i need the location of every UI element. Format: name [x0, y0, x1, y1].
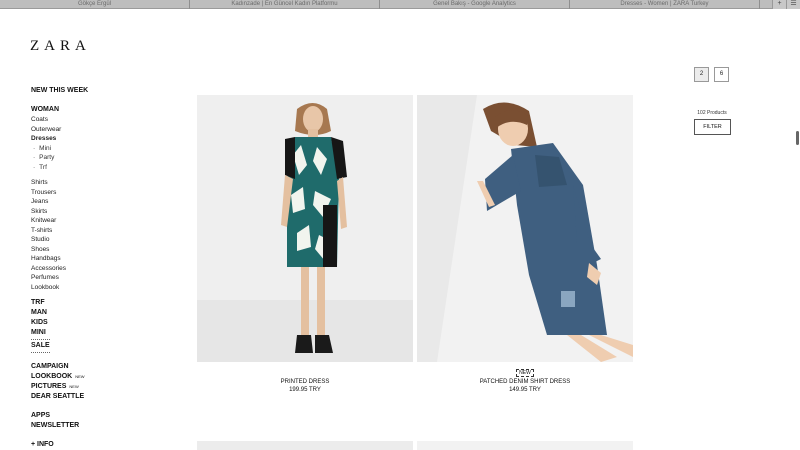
browser-tab[interactable]: Kadınzade | En Güncel Kadın Platformu: [190, 0, 380, 9]
product-caption[interactable]: PRINTED DRESS 199.95 TRY: [197, 378, 413, 394]
product-price: 199.95 TRY: [289, 387, 321, 393]
product-image-next[interactable]: [197, 441, 413, 450]
filter-button[interactable]: FILTER: [694, 119, 731, 135]
nav-trf[interactable]: TRF: [31, 298, 151, 308]
new-badge: NEW: [516, 369, 534, 377]
new-tag: NEW: [69, 384, 79, 389]
zara-logo[interactable]: ZARA: [30, 38, 91, 55]
browser-tab-active[interactable]: Dresses - Women | ZARA Turkey: [570, 0, 760, 9]
nav-apps[interactable]: APPS: [31, 411, 151, 421]
nav-man[interactable]: MAN: [31, 308, 151, 318]
model-photo: [197, 95, 413, 362]
nav-newsletter[interactable]: NEWSLETTER: [31, 421, 151, 431]
nav-dear-seattle[interactable]: DEAR SEATTLE: [31, 392, 151, 402]
tab-spacer: [760, 0, 772, 8]
nav-new-this-week[interactable]: NEW THIS WEEK: [31, 86, 151, 96]
nav-pictures[interactable]: PICTURES: [31, 383, 66, 390]
nav-outerwear[interactable]: Outerwear: [31, 125, 151, 135]
nav-dresses-party[interactable]: Party: [31, 153, 151, 163]
grid-6-button[interactable]: 6: [714, 67, 729, 82]
nav-trousers[interactable]: Trousers: [31, 188, 151, 198]
new-tab-icon[interactable]: +: [772, 0, 786, 9]
nav-pictures-row[interactable]: PICTURES NEW: [31, 382, 151, 392]
nav-shoes[interactable]: Shoes: [31, 245, 151, 255]
nav-info[interactable]: + INFO: [31, 440, 151, 450]
nav-coats[interactable]: Coats: [31, 115, 151, 125]
product-name[interactable]: PATCHED DENIM SHIRT DRESS: [417, 378, 633, 386]
sidebar-nav: NEW THIS WEEK WOMAN Coats Outerwear Dres…: [31, 86, 151, 450]
product-name[interactable]: PRINTED DRESS: [197, 378, 413, 386]
browser-tab[interactable]: Gökçe Ergül: [0, 0, 190, 9]
product-caption[interactable]: NEW PATCHED DENIM SHIRT DRESS 149.95 TRY: [417, 369, 633, 394]
nav-campaign[interactable]: CAMPAIGN: [31, 362, 151, 372]
nav-tshirts[interactable]: T-shirts: [31, 226, 151, 236]
nav-woman[interactable]: WOMAN: [31, 105, 151, 115]
nav-knitwear[interactable]: Knitwear: [31, 216, 151, 226]
product-image-denim-dress[interactable]: [417, 95, 633, 362]
scrollbar-thumb[interactable]: [796, 131, 799, 145]
product-image-next[interactable]: [417, 441, 633, 450]
nav-accessories[interactable]: Accessories: [31, 264, 151, 274]
nav-sale[interactable]: SALE: [31, 339, 50, 353]
nav-mini[interactable]: MINI: [31, 328, 151, 338]
nav-studio[interactable]: Studio: [31, 235, 151, 245]
browser-tab[interactable]: Genel Bakış - Google Analytics: [380, 0, 570, 9]
menu-icon[interactable]: ☰: [786, 0, 800, 9]
product-count: 102 Products: [697, 110, 727, 116]
browser-tab-bar: Gökçe Ergül Kadınzade | En Güncel Kadın …: [0, 0, 800, 9]
nav-lookbook-cat[interactable]: Lookbook: [31, 283, 151, 293]
model-photo: [417, 95, 633, 362]
nav-lookbook[interactable]: LOOKBOOK: [31, 373, 72, 380]
nav-lookbook-row[interactable]: LOOKBOOK NEW: [31, 372, 151, 382]
grid-2-button[interactable]: 2: [694, 67, 709, 82]
nav-jeans[interactable]: Jeans: [31, 197, 151, 207]
nav-dresses[interactable]: Dresses: [31, 134, 151, 144]
nav-handbags[interactable]: Handbags: [31, 254, 151, 264]
nav-dresses-mini[interactable]: Mini: [31, 144, 151, 154]
new-tag: NEW: [75, 374, 85, 379]
product-price: 149.95 TRY: [509, 387, 541, 393]
nav-skirts[interactable]: Skirts: [31, 207, 151, 217]
nav-shirts[interactable]: Shirts: [31, 178, 151, 188]
nav-perfumes[interactable]: Perfumes: [31, 273, 151, 283]
nav-dresses-trf[interactable]: Trf: [31, 163, 151, 173]
product-image-printed-dress[interactable]: [197, 95, 413, 362]
nav-kids[interactable]: KIDS: [31, 318, 151, 328]
